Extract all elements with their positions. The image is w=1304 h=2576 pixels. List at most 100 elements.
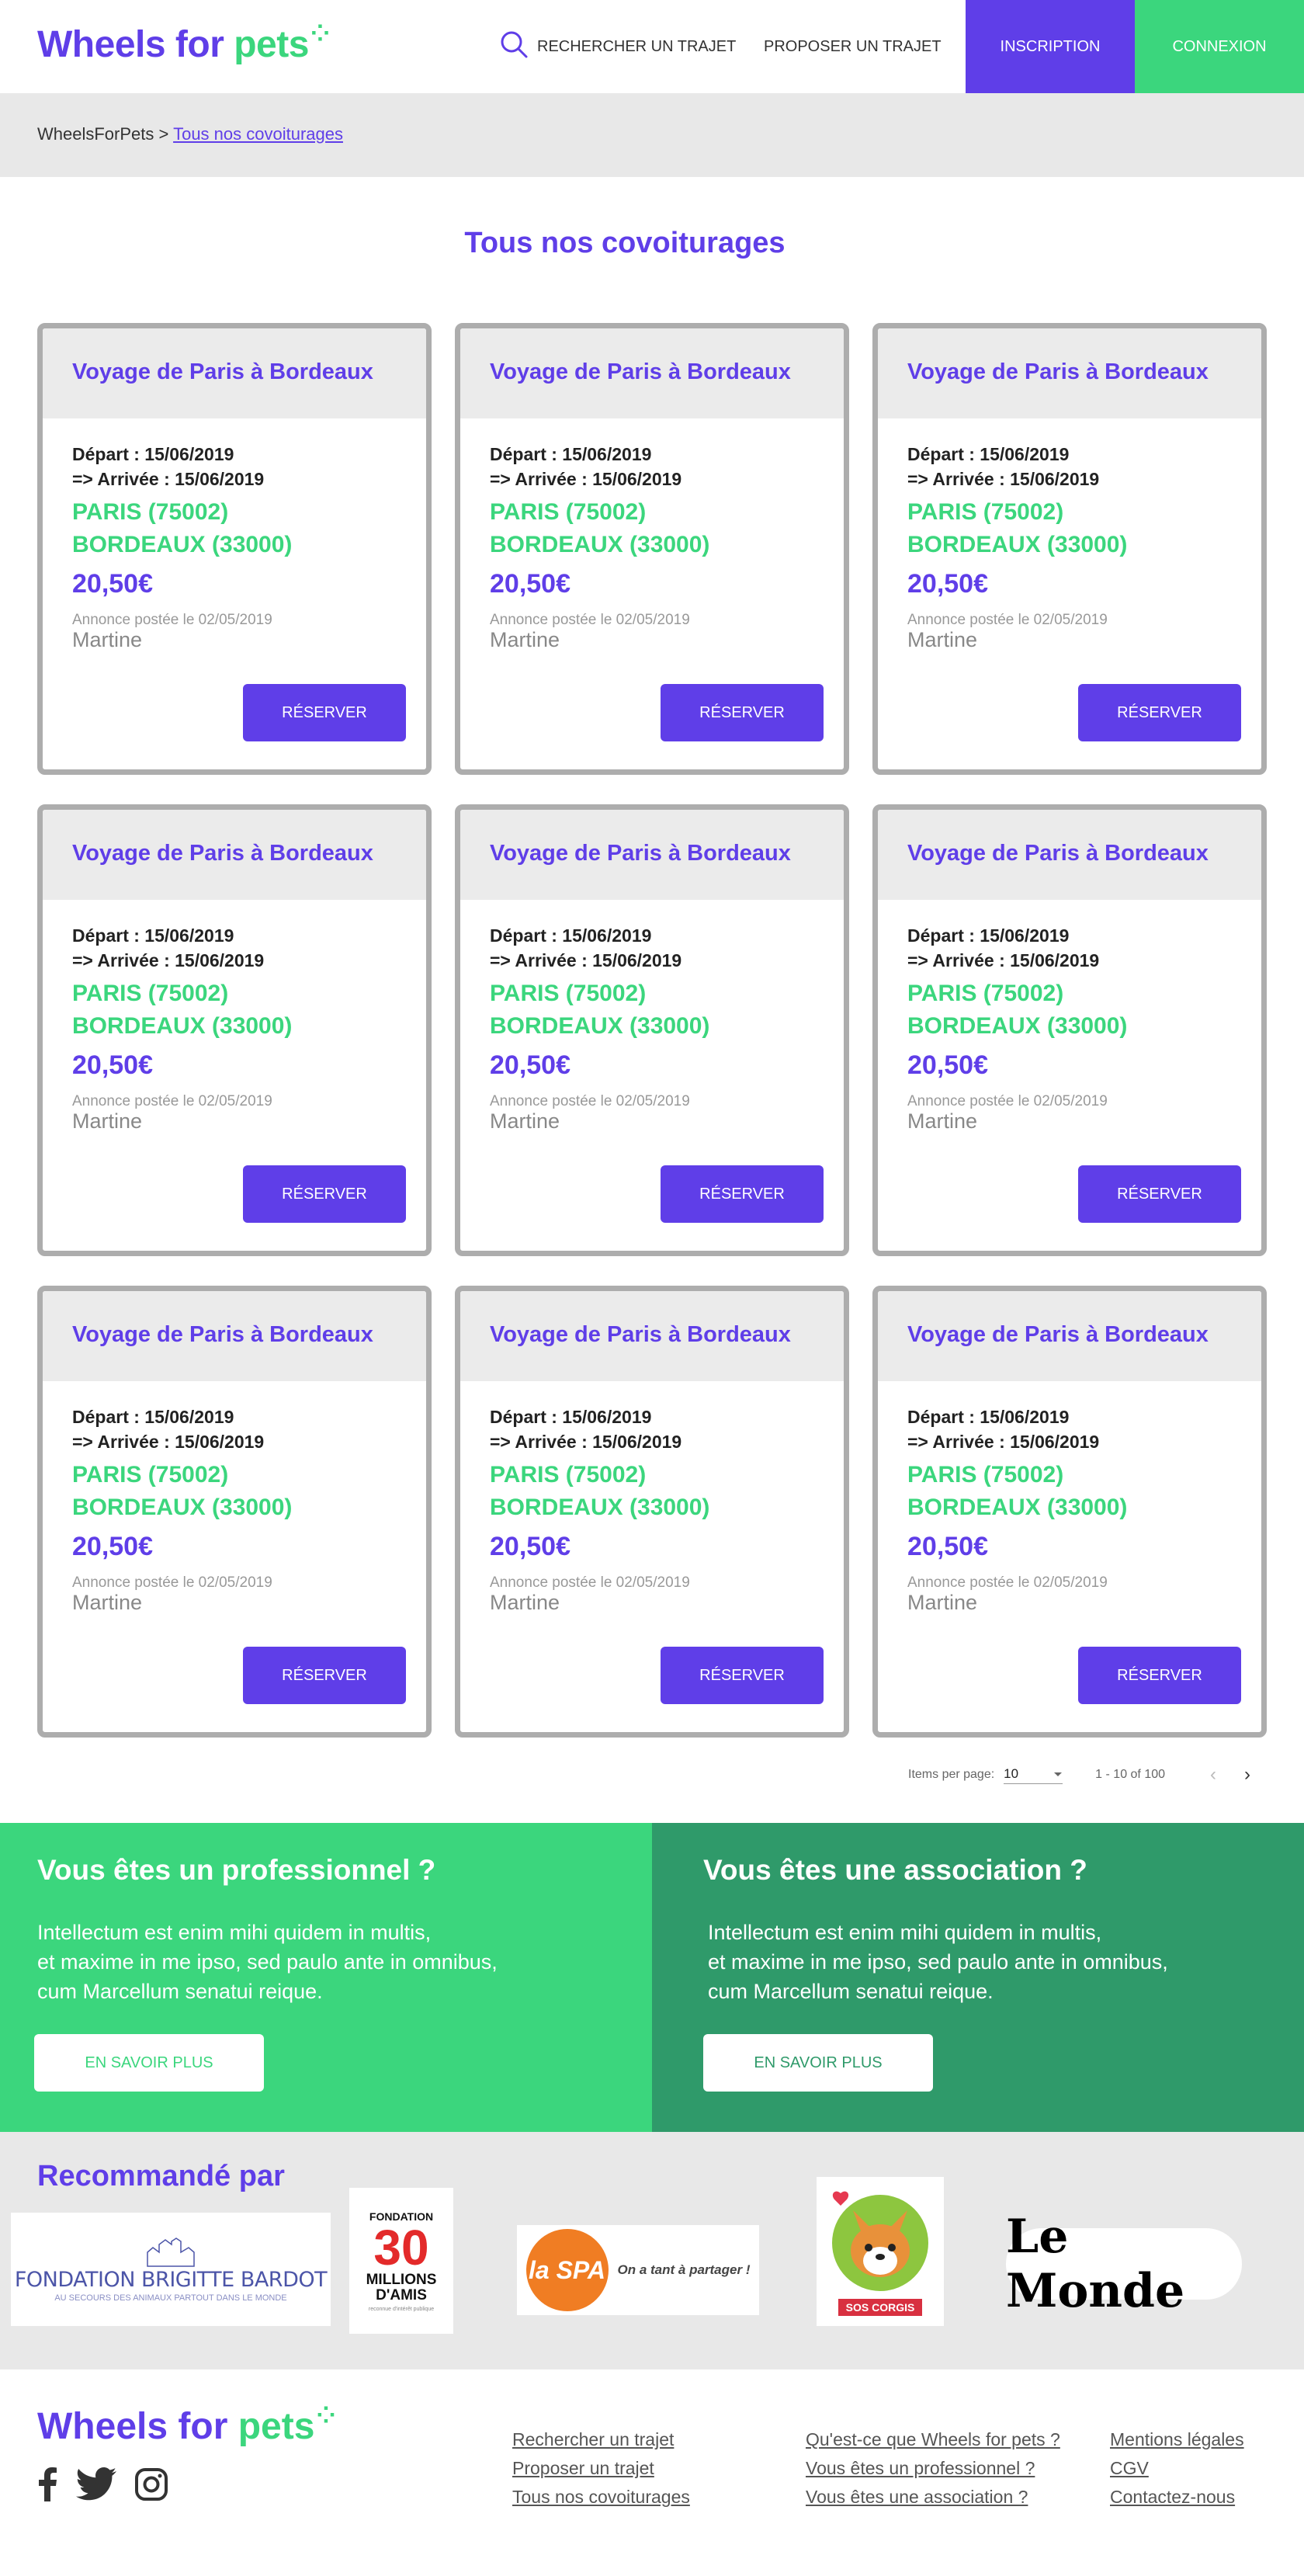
- reserve-button[interactable]: RÉSERVER: [661, 684, 824, 741]
- footer-link-all-trips[interactable]: Tous nos covoiturages: [512, 2483, 690, 2512]
- cta-association-title: Vous êtes une association ?: [703, 1854, 1087, 1886]
- trip-card-cities: PARIS (75002) BORDEAUX (33000): [490, 977, 814, 1043]
- partner-logo-le-monde[interactable]: Le Monde: [1006, 2210, 1242, 2318]
- reserve-button-label: RÉSERVER: [1117, 703, 1202, 721]
- trip-card-cities: PARIS (75002) BORDEAUX (33000): [907, 496, 1232, 561]
- trip-card-from: PARIS (75002): [490, 1462, 647, 1488]
- trip-card-departure: Départ : 15/06/2019: [907, 1407, 1070, 1427]
- logo-text: Wheels for: [37, 24, 234, 65]
- instagram-icon[interactable]: [135, 2468, 168, 2501]
- trip-card-title: Voyage de Paris à Bordeaux: [460, 810, 844, 900]
- trip-card-author: Martine: [490, 628, 560, 651]
- partner-corgis-name: SOS CORGIS: [838, 2299, 923, 2316]
- trip-card-arrival: => Arrivée : 15/06/2019: [490, 950, 682, 970]
- trip-card-departure: Départ : 15/06/2019: [907, 444, 1070, 464]
- site-logo[interactable]: Wheels for pets⁘: [37, 21, 330, 76]
- inscription-button[interactable]: INSCRIPTION: [966, 0, 1135, 93]
- trip-card-from: PARIS (75002): [72, 1462, 229, 1488]
- trip-card-cities: PARIS (75002) BORDEAUX (33000): [72, 1459, 397, 1524]
- trip-card-to: BORDEAUX (33000): [72, 532, 293, 557]
- trip-card-posted-date: Annonce postée le 02/05/2019: [72, 612, 272, 628]
- reserve-button[interactable]: RÉSERVER: [661, 1165, 824, 1223]
- trip-card-dates: Départ : 15/06/2019 => Arrivée : 15/06/20…: [490, 442, 814, 491]
- trip-card-body: Départ : 15/06/2019 => Arrivée : 15/06/20…: [43, 900, 426, 1132]
- footer-link-professional[interactable]: Vous êtes un professionnel ?: [806, 2454, 1060, 2483]
- connexion-button[interactable]: CONNEXION: [1135, 0, 1304, 93]
- trip-card-to: BORDEAUX (33000): [72, 1013, 293, 1039]
- trip-card-departure: Départ : 15/06/2019: [72, 925, 234, 946]
- trip-card-cities: PARIS (75002) BORDEAUX (33000): [490, 1459, 814, 1524]
- trip-card-price: 20,50€: [490, 569, 570, 599]
- corgi-icon: [832, 2191, 928, 2291]
- footer-link-search[interactable]: Rechercher un trajet: [512, 2425, 690, 2454]
- cta-professional: Vous êtes un professionnel ? Intellectum…: [0, 1823, 652, 2132]
- trip-card-author: Martine: [907, 1109, 978, 1133]
- nav-search-link[interactable]: RECHERCHER UN TRAJET: [498, 30, 736, 64]
- breadcrumb-root[interactable]: WheelsForPets: [37, 124, 154, 144]
- reserve-button-label: RÉSERVER: [1117, 1666, 1202, 1684]
- footer-link-association[interactable]: Vous êtes une association ?: [806, 2483, 1060, 2512]
- cta-association-button[interactable]: EN SAVOIR PLUS: [703, 2034, 933, 2092]
- footer-logo[interactable]: Wheels for pets⁘: [37, 2403, 336, 2448]
- trip-card-price: 20,50€: [72, 1050, 153, 1080]
- facebook-icon[interactable]: [37, 2467, 57, 2501]
- trip-card-from: PARIS (75002): [490, 981, 647, 1006]
- trip-card-to: BORDEAUX (33000): [490, 532, 710, 557]
- trip-card-from: PARIS (75002): [490, 499, 647, 525]
- trip-card-cities: PARIS (75002) BORDEAUX (33000): [490, 496, 814, 561]
- reserve-button[interactable]: RÉSERVER: [661, 1647, 824, 1704]
- trip-card-dates: Départ : 15/06/2019 => Arrivée : 15/06/20…: [72, 1404, 397, 1454]
- partner-logo-spa[interactable]: la SPA On a tant à partager !: [517, 2225, 759, 2315]
- footer-link-propose[interactable]: Proposer un trajet: [512, 2454, 690, 2483]
- chevron-left-icon[interactable]: ‹: [1210, 1764, 1216, 1786]
- partner-spa-badge: la SPA: [525, 2229, 609, 2311]
- partner-logo-sos-corgis[interactable]: SOS CORGIS: [817, 2177, 944, 2326]
- items-per-page-label: Items per page:: [908, 1768, 995, 1781]
- reserve-button[interactable]: RÉSERVER: [243, 1647, 406, 1704]
- partner-30m-number: 30: [373, 2219, 429, 2276]
- nav-search-label: RECHERCHER UN TRAJET: [537, 37, 737, 55]
- trip-card-price: 20,50€: [490, 1050, 570, 1080]
- cta-professional-text: Intellectum est enim mihi quidem in mult…: [37, 1918, 498, 2006]
- footer-link-cgv[interactable]: CGV: [1110, 2454, 1244, 2483]
- reserve-button[interactable]: RÉSERVER: [1078, 684, 1241, 741]
- trip-card-to: BORDEAUX (33000): [907, 1013, 1128, 1039]
- trip-card: Voyage de Paris à Bordeaux Départ : 15/06…: [455, 804, 849, 1256]
- reserve-button-label: RÉSERVER: [282, 1666, 367, 1684]
- paw-dots-icon: ⁘: [310, 21, 330, 47]
- trip-card-title: Voyage de Paris à Bordeaux: [878, 1291, 1261, 1381]
- trip-card-dates: Départ : 15/06/2019 => Arrivée : 15/06/20…: [907, 923, 1232, 973]
- trip-card: Voyage de Paris à Bordeaux Départ : 15/06…: [872, 804, 1267, 1256]
- footer-link-about[interactable]: Qu'est-ce que Wheels for pets ?: [806, 2425, 1060, 2454]
- reserve-button-label: RÉSERVER: [699, 703, 785, 721]
- trip-card-from: PARIS (75002): [907, 1462, 1064, 1488]
- trip-card-posted-date: Annonce postée le 02/05/2019: [490, 1574, 690, 1591]
- footer-link-contact[interactable]: Contactez-nous: [1110, 2483, 1244, 2512]
- cta-professional-button[interactable]: EN SAVOIR PLUS: [34, 2034, 264, 2092]
- trip-card-cities: PARIS (75002) BORDEAUX (33000): [907, 977, 1232, 1043]
- nav-propose-link[interactable]: PROPOSER UN TRAJET: [764, 30, 942, 64]
- trip-card-dates: Départ : 15/06/2019 => Arrivée : 15/06/20…: [490, 923, 814, 973]
- page-title: Tous nos covoiturages: [464, 227, 786, 259]
- partner-logo-30-millions[interactable]: FONDATION 30 MILLIONS D'AMIS reconnue d'…: [349, 2188, 453, 2334]
- reserve-button[interactable]: RÉSERVER: [1078, 1647, 1241, 1704]
- trip-card-posted-date: Annonce postée le 02/05/2019: [490, 1093, 690, 1109]
- reserve-button[interactable]: RÉSERVER: [1078, 1165, 1241, 1223]
- items-per-page-select[interactable]: 10: [1004, 1766, 1063, 1784]
- chevron-right-icon[interactable]: ›: [1244, 1764, 1250, 1786]
- trip-card-departure: Départ : 15/06/2019: [490, 444, 652, 464]
- twitter-icon[interactable]: [76, 2467, 116, 2501]
- trip-card-to: BORDEAUX (33000): [72, 1495, 293, 1520]
- reserve-button[interactable]: RÉSERVER: [243, 684, 406, 741]
- reserve-button-label: RÉSERVER: [699, 1666, 785, 1684]
- reserve-button-label: RÉSERVER: [699, 1185, 785, 1203]
- trip-card-title: Voyage de Paris à Bordeaux: [43, 328, 426, 418]
- partner-30m-name: MILLIONS D'AMIS: [366, 2271, 437, 2303]
- trip-card-departure: Départ : 15/06/2019: [490, 925, 652, 946]
- trip-card-title: Voyage de Paris à Bordeaux: [460, 328, 844, 418]
- partner-logo-bardot[interactable]: FONDATION BRIGITTE BARDOT AU SECOURS DES…: [11, 2213, 331, 2326]
- reserve-button[interactable]: RÉSERVER: [243, 1165, 406, 1223]
- trip-card-arrival: => Arrivée : 15/06/2019: [907, 469, 1100, 489]
- breadcrumb-current-link[interactable]: Tous nos covoiturages: [173, 124, 343, 144]
- footer-link-legal[interactable]: Mentions légales: [1110, 2425, 1244, 2454]
